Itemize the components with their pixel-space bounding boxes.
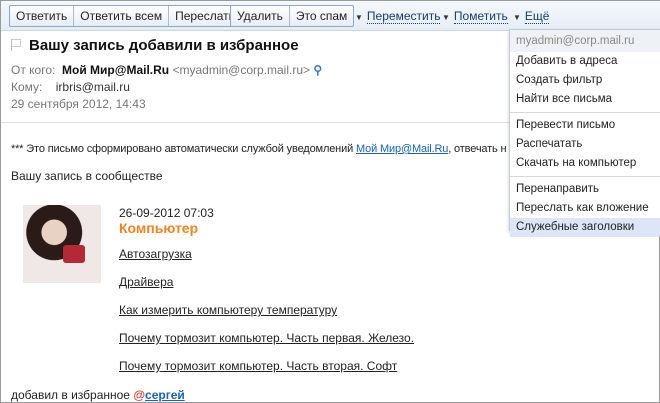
menu-header-email: myadmin@corp.mail.ru xyxy=(510,30,660,52)
reply-button-group: Ответить Ответить всем Переслать xyxy=(9,5,242,27)
post-link[interactable]: Почему тормозит компьютер. Часть первая.… xyxy=(119,331,414,345)
reply-button[interactable]: Ответить xyxy=(10,6,75,26)
menu-item-add-address[interactable]: Добавить в адреса xyxy=(510,52,660,71)
post-link[interactable]: Как измерить компьютеру температуру xyxy=(119,303,337,317)
footer-text: добавил в избранное @сергей xyxy=(11,388,185,402)
menu-divider xyxy=(510,112,660,113)
menu-item-forward-attachment[interactable]: Переслать как вложение xyxy=(510,199,660,218)
from-row: От кого: Мой Мир@Mail.Ru <myadmin@corp.m… xyxy=(11,63,323,77)
delete-button[interactable]: Удалить xyxy=(231,6,290,26)
spam-button[interactable]: Это спам xyxy=(290,6,353,26)
mymail-link[interactable]: Мой Мир@Mail.Ru xyxy=(356,143,448,155)
post-link[interactable]: Почему тормозит компьютер. Часть вторая.… xyxy=(119,359,397,373)
menu-item-redirect[interactable]: Перенаправить xyxy=(510,180,660,199)
menu-divider xyxy=(510,176,660,177)
menu-item-find-all[interactable]: Найти все письма xyxy=(510,90,660,109)
message-subject: Вашу запись добавили в избранное xyxy=(11,37,299,54)
sender-name[interactable]: Мой Мир@Mail.Ru xyxy=(62,63,169,77)
notice-suffix: , отвечать н xyxy=(448,143,507,155)
intro-text: Вашу запись в сообществе xyxy=(11,169,163,183)
menu-item-print[interactable]: Распечатать xyxy=(510,135,660,154)
delete-button-group: Удалить Это спам xyxy=(230,5,355,27)
post-date: 26-09-2012 07:03 xyxy=(119,206,214,220)
mark-dropdown[interactable]: ▼ Пометить xyxy=(442,9,508,24)
menu-item-download[interactable]: Скачать на компьютер xyxy=(510,154,660,173)
message-date: 29 сентября 2012, 14:43 xyxy=(11,97,146,111)
more-menu: myadmin@corp.mail.ru Добавить в адреса С… xyxy=(509,29,660,237)
user-link[interactable]: сергей xyxy=(145,388,185,402)
reply-all-button[interactable]: Ответить всем xyxy=(74,6,170,26)
menu-item-create-filter[interactable]: Создать фильтр xyxy=(510,71,660,90)
move-dropdown[interactable]: ▼ Переместить xyxy=(355,9,441,24)
post-link[interactable]: Драйвера xyxy=(119,275,173,289)
caret-down-icon: ▼ xyxy=(442,13,450,22)
sender-email[interactable]: <myadmin@corp.mail.ru> xyxy=(172,63,310,77)
menu-item-headers[interactable]: Служебные заголовки xyxy=(510,218,660,237)
recipient: irbris@mail.ru xyxy=(55,80,130,94)
post-link[interactable]: Автозагрузка xyxy=(119,247,192,261)
menu-item-translate[interactable]: Перевести письмо xyxy=(510,116,660,135)
more-dropdown[interactable]: ▼ Ещё xyxy=(513,9,550,24)
search-icon[interactable]: ⚲ xyxy=(313,63,322,77)
divider xyxy=(1,122,509,123)
caret-down-icon: ▼ xyxy=(355,13,363,22)
caret-down-icon: ▼ xyxy=(513,13,521,22)
at-icon: @ xyxy=(133,388,146,402)
community-title[interactable]: Компьютер xyxy=(119,220,198,236)
toolbar: Ответить Ответить всем Переслать Удалить… xyxy=(1,1,660,31)
flag-icon[interactable] xyxy=(11,39,21,51)
notice: *** Это письмо сформировано автоматическ… xyxy=(11,143,507,155)
avatar[interactable] xyxy=(23,205,101,283)
to-row: Кому: irbris@mail.ru xyxy=(11,80,130,94)
